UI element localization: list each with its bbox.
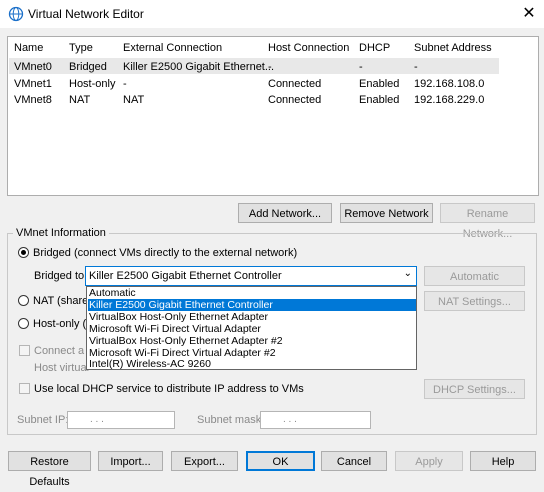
network-globe-icon <box>8 6 24 22</box>
cell-external: NAT <box>123 94 145 106</box>
host-virtual-label: Host virtual <box>34 362 90 374</box>
dropdown-option-killer-e2500[interactable]: Killer E2500 Gigabit Ethernet Controller <box>88 299 416 311</box>
cell-name: VMnet0 <box>14 61 52 73</box>
cell-host: - <box>268 61 272 73</box>
apply-button[interactable]: Apply <box>395 451 463 471</box>
subnet-mask-label: Subnet mask: <box>197 414 265 426</box>
cell-subnet: 192.168.108.0 <box>414 78 485 90</box>
cell-subnet: 192.168.229.0 <box>414 94 485 106</box>
cell-dhcp: Enabled <box>359 78 400 90</box>
bridged-label[interactable]: Bridged (connect VMs directly to the ext… <box>33 247 297 259</box>
restore-defaults-button[interactable]: Restore Defaults <box>8 451 91 488</box>
bridged-to-select[interactable]: Killer E2500 Gigabit Ethernet Controller… <box>85 266 417 286</box>
cell-host: Connected <box>268 78 322 90</box>
remove-network-button[interactable]: Remove Network <box>340 203 433 223</box>
dropdown-option-intel-wireless[interactable]: Intel(R) Wireless-AC 9260 <box>88 358 416 370</box>
bridged-radio[interactable] <box>18 247 29 258</box>
cell-external: - <box>123 78 127 90</box>
column-header-subnet[interactable]: Subnet Address <box>414 42 492 54</box>
network-list[interactable]: Name Type External Connection Host Conne… <box>7 36 539 196</box>
cell-name: VMnet1 <box>14 78 52 90</box>
cell-dhcp: - <box>359 61 363 73</box>
dropdown-option-virtualbox-hostonly[interactable]: VirtualBox Host-Only Ethernet Adapter <box>88 311 416 323</box>
hostonly-radio[interactable] <box>18 318 29 329</box>
ok-button[interactable]: OK <box>246 451 315 471</box>
rename-network-button[interactable]: Rename Network... <box>440 203 535 240</box>
subnet-ip-field[interactable]: . . . <box>67 411 175 429</box>
column-header-external[interactable]: External Connection <box>123 42 222 54</box>
close-icon[interactable]: ✕ <box>517 3 541 25</box>
cell-subnet: - <box>414 61 418 73</box>
cell-type: NAT <box>69 94 91 106</box>
connect-host-label: Connect a h <box>34 345 94 357</box>
cell-host: Connected <box>268 94 322 106</box>
chevron-down-icon[interactable]: ⌄ <box>404 268 412 279</box>
automatic-settings-button[interactable]: Automatic Settings... <box>424 266 525 303</box>
dropdown-option-wifi-direct[interactable]: Microsoft Wi-Fi Direct Virtual Adapter <box>88 323 416 335</box>
dhcp-label[interactable]: Use local DHCP service to distribute IP … <box>34 383 304 395</box>
nat-radio[interactable] <box>18 295 29 306</box>
cell-dhcp: Enabled <box>359 94 400 106</box>
help-button[interactable]: Help <box>470 451 536 471</box>
export-button[interactable]: Export... <box>171 451 238 471</box>
import-button[interactable]: Import... <box>98 451 163 471</box>
dropdown-option-virtualbox-hostonly-2[interactable]: VirtualBox Host-Only Ethernet Adapter #2 <box>88 335 416 347</box>
hostonly-label[interactable]: Host-only (c <box>33 318 92 330</box>
column-header-type[interactable]: Type <box>69 42 93 54</box>
cell-type: Host-only <box>69 78 116 90</box>
dhcp-checkbox[interactable] <box>19 383 30 394</box>
subnet-ip-label: Subnet IP: <box>17 414 69 426</box>
window-title: Virtual Network Editor <box>28 7 144 21</box>
cell-type: Bridged <box>69 61 107 73</box>
bridged-to-label: Bridged to: <box>34 270 88 282</box>
add-network-button[interactable]: Add Network... <box>238 203 332 223</box>
column-header-name[interactable]: Name <box>14 42 43 54</box>
dhcp-settings-button[interactable]: DHCP Settings... <box>424 379 525 399</box>
bridged-to-value: Killer E2500 Gigabit Ethernet Controller <box>89 270 282 282</box>
cancel-button[interactable]: Cancel <box>321 451 387 471</box>
subnet-mask-field[interactable]: . . . <box>260 411 371 429</box>
column-header-host[interactable]: Host Connection <box>268 42 349 54</box>
connect-host-checkbox[interactable] <box>19 345 30 356</box>
vmnet-info-label: VMnet Information <box>13 227 109 239</box>
bridged-to-dropdown-list[interactable]: Automatic Killer E2500 Gigabit Ethernet … <box>86 286 417 370</box>
cell-external: Killer E2500 Gigabit Ethernet... <box>123 61 275 73</box>
dropdown-option-automatic[interactable]: Automatic <box>88 287 416 299</box>
cell-name: VMnet8 <box>14 94 52 106</box>
column-header-dhcp[interactable]: DHCP <box>359 42 390 54</box>
nat-settings-button[interactable]: NAT Settings... <box>424 291 525 311</box>
